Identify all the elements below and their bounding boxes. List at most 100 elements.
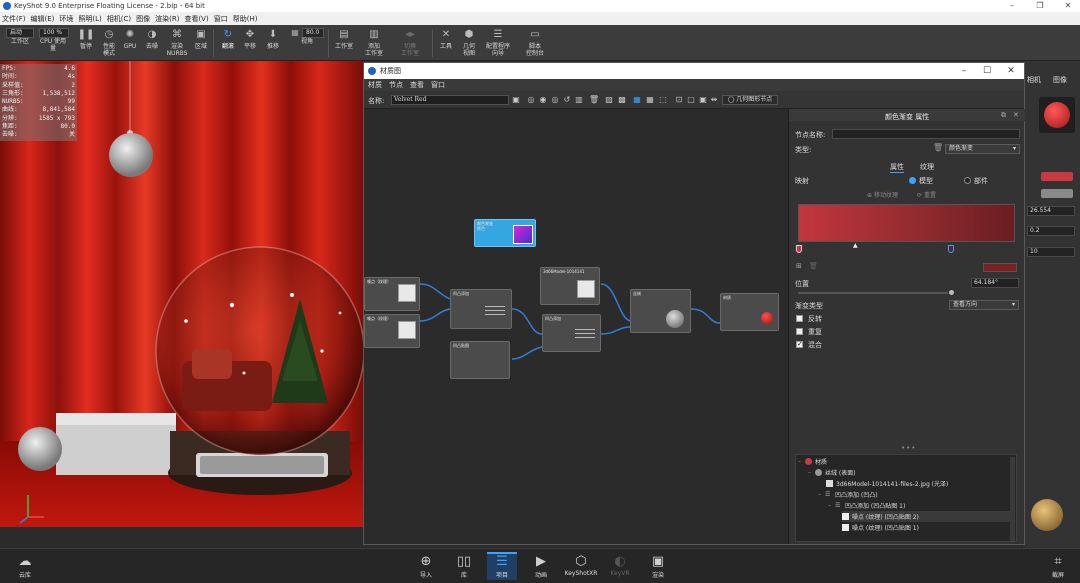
layout-icon[interactable]: ▦ [632, 95, 642, 105]
import-button[interactable]: ⊕ 导入 [411, 554, 441, 582]
float-icon[interactable]: ⧉ [1001, 111, 1006, 120]
collapse-icon[interactable]: – [828, 502, 835, 509]
gradient-preview[interactable] [798, 204, 1015, 242]
paste-icon[interactable]: ▩ [617, 95, 627, 105]
position-field[interactable]: 64.184° [971, 278, 1019, 288]
library-button[interactable]: ▯▯ 库 [449, 554, 479, 582]
tree-scrollbar[interactable] [1010, 457, 1015, 541]
value-field-2[interactable]: 0.2 [1027, 226, 1075, 236]
cpu-usage-button[interactable]: CPU 使用量 [38, 38, 68, 58]
node-noise-1[interactable]: 噪点（纹理） [364, 277, 420, 311]
menu-lighting[interactable]: 照明(L) [78, 14, 101, 24]
maximize-icon[interactable]: ☐ [977, 63, 997, 79]
save-icon[interactable]: ▣ [511, 95, 521, 105]
switch-studio-button[interactable]: ◂▸ 切换 工作室 [395, 28, 425, 60]
stop-color-swatch[interactable] [983, 263, 1017, 272]
frame-icon[interactable]: ▢ [686, 95, 696, 105]
geometry-node-button[interactable]: ◯ 几何图形节点 [722, 95, 778, 105]
menu-window[interactable]: 窗口 [214, 14, 228, 24]
menu-node[interactable]: 节点 [389, 80, 403, 90]
position-slider[interactable] [798, 292, 948, 294]
workspace-button[interactable]: 工作区 [5, 38, 35, 58]
configurator-wizard-button[interactable]: ☰ 配置程序 向导 [483, 28, 513, 60]
zoom-icon[interactable]: ▣ [698, 95, 708, 105]
tree-item-bump-add[interactable]: – ☰ 凹凸添加 (凹凸) [818, 489, 878, 500]
delete-stop-icon[interactable]: 🗑 [809, 262, 818, 270]
preview-icon[interactable]: ◉ [538, 95, 548, 105]
position-slider-thumb[interactable] [949, 290, 954, 295]
tree-item-material[interactable]: – 材质 [798, 456, 827, 467]
menu-view[interactable]: 查看 [410, 80, 424, 90]
menu-window[interactable]: 窗口 [431, 80, 445, 90]
tab-image[interactable]: 图像 [1053, 75, 1067, 85]
gradient-midpoint-marker[interactable]: ▲ [853, 242, 858, 249]
cpu-usage-select[interactable]: 100 % [39, 28, 69, 38]
grid-icon[interactable]: ▦ [645, 95, 655, 105]
delete-icon[interactable]: 🗑 [933, 143, 943, 152]
maximize-icon[interactable]: ❐ [1026, 0, 1054, 12]
studio-button[interactable]: ▤ 工作室 [329, 28, 359, 60]
checkbox-repeat[interactable] [796, 328, 803, 335]
project-button[interactable]: ☰ 项目 [487, 552, 517, 580]
radio-model[interactable] [909, 177, 916, 184]
reset-icon[interactable]: ↺ [562, 95, 572, 105]
node-material-output[interactable]: 材质 [720, 293, 779, 331]
nodes-icon[interactable]: ⬚ [658, 95, 668, 105]
close-icon[interactable]: ✕ [1013, 111, 1019, 119]
radio-part[interactable] [964, 177, 971, 184]
workspace-select[interactable]: 启动 [6, 28, 34, 38]
node-bump-map[interactable]: 凹凸贴图 [450, 341, 510, 379]
menu-camera[interactable]: 相机(C) [107, 14, 131, 24]
screenshot-button[interactable]: ⌗ 截屏 [1043, 554, 1073, 582]
add-stop-icon[interactable]: ⊞ [796, 262, 802, 270]
node-bump-add-2[interactable]: 凹凸添加 [542, 314, 601, 352]
cloud-library-button[interactable]: ☁ 云库 [10, 554, 40, 582]
region-button[interactable]: ▣ 区域 [186, 28, 216, 60]
add-studio-button[interactable]: ▥ 添加 工作室 [359, 28, 389, 60]
color-swatch[interactable] [1041, 172, 1073, 181]
reset-button[interactable]: ⟳ 重置 [917, 190, 936, 199]
search-icon[interactable]: ◎ [526, 95, 536, 105]
geometry-view-button[interactable]: ⬢ 几何 视图 [454, 28, 484, 60]
render-viewport[interactable]: FPS: 4.6 时间: 4s 采样值: 2 三角形: 1,538,512 NURBS:… [0, 61, 363, 527]
render-icon[interactable]: ▥ [574, 95, 584, 105]
node-fabric[interactable]: 丝绒 [630, 289, 691, 333]
value-field-3[interactable]: 10 [1027, 247, 1075, 257]
checkbox-invert[interactable] [796, 315, 803, 322]
tab-camera[interactable]: 相机 [1027, 75, 1041, 85]
camera-icon[interactable]: ◎ [550, 95, 560, 105]
menu-image[interactable]: 图像 [136, 14, 150, 24]
collapse-icon[interactable]: – [818, 491, 825, 498]
node-texture-map[interactable]: 3d66Model-1014141 [540, 267, 600, 305]
material-name-field[interactable]: Velvet Red [391, 95, 509, 105]
tree-item-texture[interactable]: 3d66Model-1014141-files-2.jpg (光泽) [826, 478, 948, 489]
dolly-button[interactable]: ⬇ 推移 [258, 28, 288, 60]
delete-icon[interactable]: 🗑 [589, 95, 599, 105]
copy-icon[interactable]: ▨ [604, 95, 614, 105]
type-select[interactable]: 颜色渐变 ▾ [945, 144, 1020, 154]
link-icon[interactable]: ⇹ [709, 95, 719, 105]
value-field-1[interactable]: 26.554 [1027, 206, 1075, 216]
node-graph-canvas[interactable]: 颜色渐变 颜色 噪点（纹理） 噪点（纹理） 凹凸添加 凹凸添加 3d66Mode… [364, 109, 788, 544]
tree-item-fabric[interactable]: – 丝绒 (表面) [808, 467, 856, 478]
fov-field[interactable]: 80.0 [302, 28, 324, 38]
minimize-icon[interactable]: – [998, 0, 1026, 12]
close-icon[interactable]: ✕ [1001, 63, 1021, 79]
menu-help[interactable]: 帮助(H) [233, 14, 258, 24]
menu-material[interactable]: 材质 [368, 80, 382, 90]
menu-render[interactable]: 渲染(R) [155, 14, 179, 24]
gradient-type-select[interactable]: 查看方向 ▾ [949, 300, 1019, 310]
tree-item-noise-2[interactable]: 噪点 (纹理) (凹凸贴图 2) [842, 511, 1012, 522]
splitter-handle[interactable]: ••• [901, 444, 916, 452]
view-button[interactable]: 视角 [292, 38, 322, 58]
node-color-gradient[interactable]: 颜色渐变 颜色 [474, 219, 536, 247]
fit-icon[interactable]: ⊡ [674, 95, 684, 105]
grey-swatch[interactable] [1041, 189, 1073, 198]
gradient-stop-start[interactable] [796, 245, 802, 253]
tab-properties[interactable]: 属性 [890, 162, 904, 173]
keyshotxr-button[interactable]: ⬡ KeyShotXR [565, 554, 598, 582]
close-icon[interactable]: ✕ [1054, 0, 1080, 12]
move-texture-button[interactable]: ⊕ 移动纹理 [867, 190, 898, 199]
gradient-stop-end[interactable] [948, 245, 954, 253]
material-ball-preview[interactable] [1031, 499, 1063, 531]
